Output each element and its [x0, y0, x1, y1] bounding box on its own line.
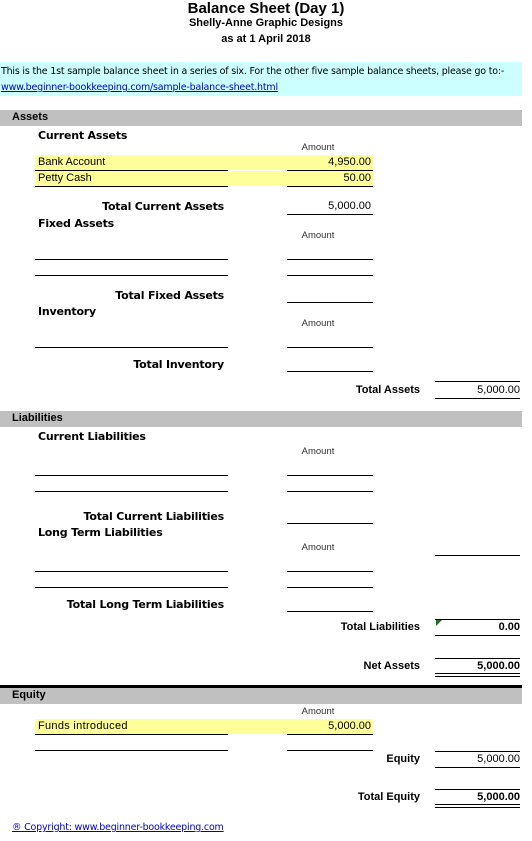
equity-amount-header: Amount [301, 706, 335, 717]
current-liability-label-cell[interactable] [35, 476, 228, 492]
long-term-liability-amount-cell[interactable] [287, 572, 373, 588]
total-assets-bottom-border [435, 398, 520, 399]
company-name: Shelly-Anne Graphic Designs [188, 17, 344, 29]
total-assets-value: 5,000.00 [477, 384, 520, 396]
total-long-term-liabilities-label: Total Long Term Liabilities [66, 598, 224, 611]
fixed-asset-label-cell[interactable] [35, 260, 228, 276]
total-inventory-label: Total Inventory [133, 358, 224, 371]
total-assets-label: Total Assets [355, 384, 420, 396]
long-term-liabilities-amount-header: Amount [301, 542, 335, 553]
net-assets-value: 5,000.00 [477, 660, 520, 672]
current-asset-label: Petty Cash [38, 172, 92, 184]
net-assets-label: Net Assets [363, 660, 420, 672]
long-term-liabilities-heading: Long Term Liabilities [38, 526, 163, 539]
total-equity-double-underline [435, 804, 520, 808]
current-asset-label: Bank Account [38, 156, 106, 168]
page-title: Balance Sheet (Day 1) [187, 0, 345, 17]
total-long-term-liabilities-cell [287, 596, 373, 612]
long-term-liability-label-cell[interactable] [35, 572, 228, 588]
total-current-assets-label: Total Current Assets [102, 200, 224, 213]
equity-heading: Equity [12, 689, 46, 701]
fixed-asset-amount-cell[interactable] [287, 260, 373, 276]
current-asset-amount: 50.00 [343, 172, 371, 184]
copyright-link[interactable]: ® Copyright: www.beginner-bookkeeping.co… [12, 822, 224, 833]
total-equity-label: Total Equity [357, 791, 420, 803]
fixed-asset-label-cell[interactable] [35, 244, 228, 260]
total-current-assets-value: 5,000.00 [328, 200, 371, 212]
current-asset-amount-cell[interactable]: 50.00 [287, 171, 373, 187]
inventory-heading: Inventory [38, 305, 96, 318]
equity-item-label: Funds introduced [38, 720, 128, 732]
total-current-assets-cell: 5,000.00 [287, 199, 373, 215]
total-liabilities-bottom-border [435, 635, 520, 636]
net-assets-top-border [435, 658, 520, 659]
total-current-liabilities-label: Total Current Liabilities [83, 510, 225, 523]
current-assets-amount-header: Amount [301, 142, 335, 153]
equity-item-label-cell[interactable]: Funds introduced [35, 719, 228, 735]
equity-item-amount-cell[interactable]: 5,000.00 [287, 719, 373, 735]
inventory-amount-cell[interactable] [287, 332, 373, 348]
equity-section-band [0, 688, 522, 704]
current-liabilities-heading: Current Liabilities [38, 430, 146, 443]
total-fixed-assets-label: Total Fixed Assets [115, 289, 224, 302]
equity-item-amount: 5,000.00 [328, 720, 371, 732]
current-assets-heading: Current Assets [38, 129, 128, 142]
highlight-gap [228, 719, 287, 734]
liabilities-heading: Liabilities [12, 412, 63, 424]
inventory-amount-header: Amount [301, 318, 335, 329]
long-term-liability-amount-cell[interactable] [287, 556, 373, 572]
highlight-gap [228, 171, 287, 186]
current-liability-amount-cell[interactable] [287, 460, 373, 476]
current-asset-label-cell[interactable]: Petty Cash [35, 171, 228, 187]
assets-heading: Assets [12, 111, 49, 123]
equity-item-amount-cell[interactable] [287, 735, 373, 751]
total-inventory-cell [287, 356, 373, 372]
current-liabilities-amount-header: Amount [301, 446, 335, 457]
equity-top-border [435, 751, 520, 752]
fixed-assets-heading: Fixed Assets [38, 217, 115, 230]
total-fixed-assets-cell [287, 287, 373, 303]
equity-item-label-cell[interactable] [35, 735, 228, 751]
current-liability-amount-cell[interactable] [287, 476, 373, 492]
total-equity-value: 5,000.00 [477, 791, 520, 803]
equity-bottom-border [435, 767, 520, 768]
info-note-text: This is the 1st sample balance sheet in … [1, 66, 505, 77]
assets-section-band [0, 110, 522, 126]
sample-balance-sheets-link[interactable]: www.beginner-bookkeeping.com/sample-bala… [1, 82, 278, 93]
total-assets-top-border [435, 381, 520, 382]
current-liability-label-cell[interactable] [35, 460, 228, 476]
total-liabilities-value: 0.00 [498, 621, 520, 633]
long-term-liability-label-cell[interactable] [35, 556, 228, 572]
total-equity-top-border [435, 789, 520, 790]
total-liabilities-top-border [435, 619, 520, 620]
fixed-asset-amount-cell[interactable] [287, 244, 373, 260]
net-assets-double-underline [435, 673, 520, 677]
equity-subtotal-label: Equity [386, 753, 420, 765]
report-date: as at 1 April 2018 [221, 33, 311, 45]
highlight-gap [228, 155, 287, 170]
fixed-assets-amount-header: Amount [301, 230, 335, 241]
liabilities-section-band [0, 411, 522, 427]
equity-subtotal-value: 5,000.00 [477, 753, 520, 765]
current-asset-label-cell[interactable]: Bank Account [35, 155, 228, 171]
inventory-label-cell[interactable] [35, 332, 228, 348]
subtotal-border [435, 555, 520, 556]
total-liabilities-label: Total Liabilities [340, 621, 420, 633]
total-current-liabilities-cell [287, 508, 373, 524]
current-asset-amount-cell[interactable]: 4,950.00 [287, 155, 373, 171]
current-asset-amount: 4,950.00 [328, 156, 371, 168]
